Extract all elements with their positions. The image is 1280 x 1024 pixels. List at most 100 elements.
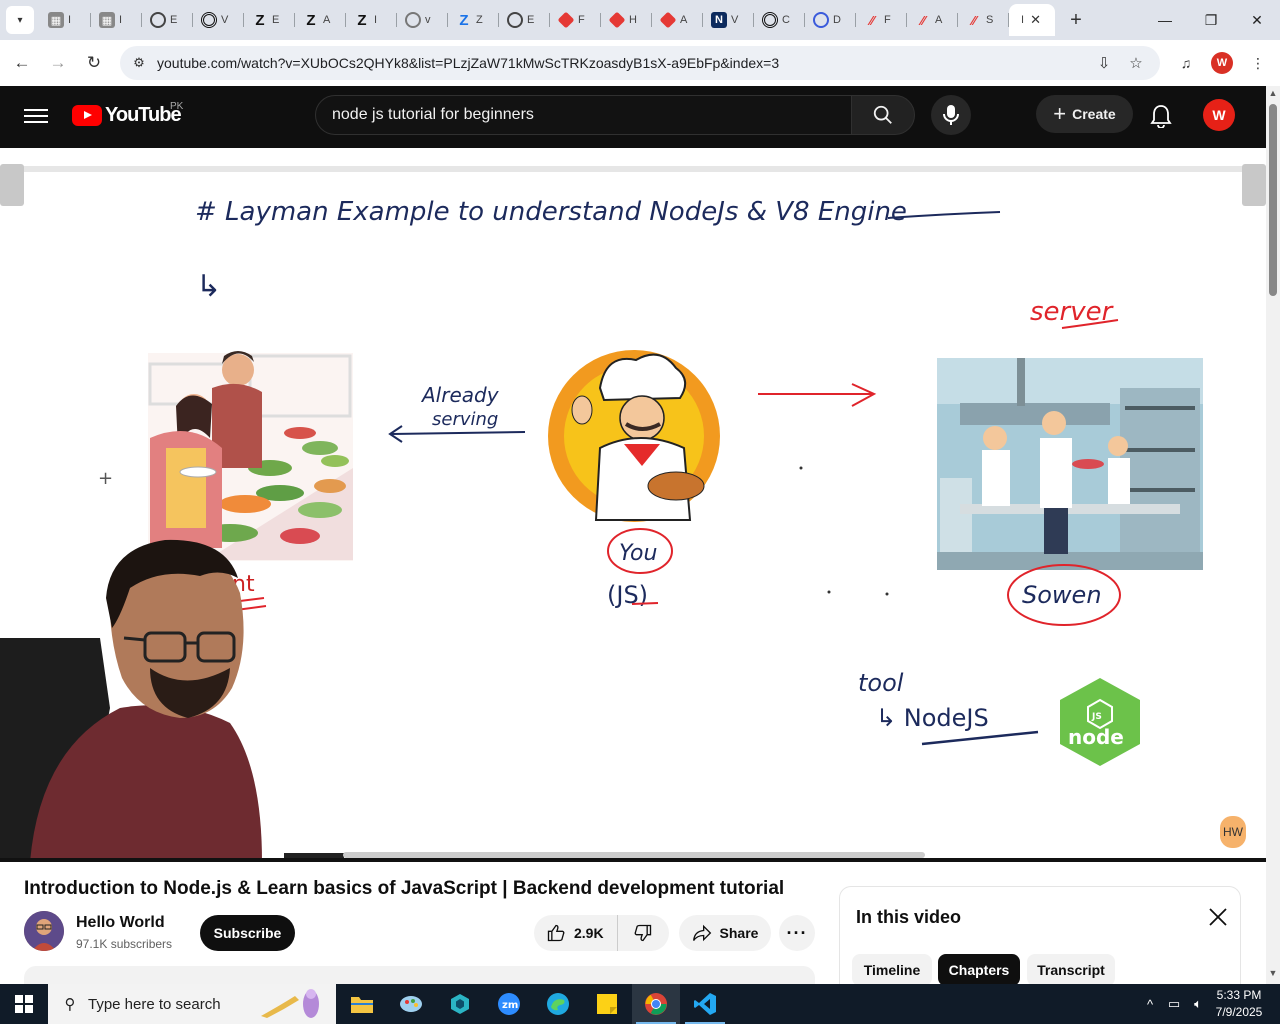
tab-label: E [272, 14, 280, 26]
presenter-webcam [0, 539, 344, 862]
close-window-button[interactable]: ✕ [1242, 8, 1272, 32]
install-app-icon[interactable]: ⇩ [1095, 54, 1113, 72]
close-tab-icon[interactable]: ✕ [1030, 12, 1041, 28]
minimize-button[interactable]: — [1150, 8, 1180, 32]
like-button[interactable]: 2.9K [534, 915, 618, 951]
z-icon: Z [459, 11, 469, 29]
show-hidden-icons-chevron-icon[interactable]: ^ [1140, 994, 1160, 1014]
browser-tab[interactable]: D [805, 4, 856, 36]
description-box[interactable] [24, 966, 815, 986]
chrome-app[interactable] [632, 984, 680, 1024]
tab-label: Z [476, 14, 483, 26]
browser-tab[interactable]: F [550, 4, 601, 36]
page-icon: ▦ [48, 12, 64, 28]
tab-chapters[interactable]: Chapters [938, 954, 1020, 986]
browser-tab[interactable]: ⁄⁄ F [856, 4, 907, 36]
search-input[interactable]: node js tutorial for beginners [315, 95, 852, 135]
restore-button[interactable]: ❐ [1196, 8, 1226, 32]
page-scrollbar[interactable]: ▲ ▼ [1266, 86, 1280, 984]
scroll-up-arrow-icon[interactable]: ▲ [1268, 88, 1278, 98]
dislike-button[interactable] [618, 915, 668, 951]
browser-tab-active[interactable]: I ✕ [1009, 4, 1055, 36]
forward-button[interactable]: → [46, 51, 70, 75]
thumbs-down-icon [634, 924, 652, 942]
browser-tab[interactable]: N V [703, 4, 754, 36]
tab-search-menu-button[interactable]: ▾ [6, 6, 34, 34]
browser-tab[interactable]: Z A [295, 4, 346, 36]
share-button[interactable]: Share [679, 915, 771, 951]
globe-icon [405, 12, 421, 28]
create-button[interactable]: + Create [1036, 95, 1133, 133]
taskbar-search-box[interactable]: ⚲ Type here to search [48, 984, 336, 1024]
browser-tab[interactable]: ▦ I [91, 4, 142, 36]
site-info-icon[interactable]: ⚙ [130, 54, 148, 72]
more-actions-button[interactable]: ··· [779, 915, 815, 951]
browser-tab-strip: ▾ ▦ I ▦ I E V Z E Z A Z I v Z Z E F H A … [0, 0, 1280, 40]
browser-tab[interactable]: v [397, 4, 448, 36]
url-text[interactable]: youtube.com/watch?v=XUbOCs2QHYk8&list=PL… [157, 55, 779, 71]
address-bar[interactable]: ⚙ youtube.com/watch?v=XUbOCs2QHYk8&list=… [120, 46, 1160, 80]
browser-tab[interactable]: A [652, 4, 703, 36]
vscode-icon [694, 993, 716, 1015]
vscode-app[interactable] [681, 984, 729, 1024]
z-icon: Z [357, 11, 367, 29]
scroll-down-arrow-icon[interactable]: ▼ [1268, 968, 1278, 978]
zoom-app[interactable]: zm [485, 984, 533, 1024]
video-progress-bar[interactable] [0, 858, 1266, 862]
video-player[interactable]: # Layman Example to understand NodeJs & … [0, 148, 1266, 862]
search-icon [873, 105, 892, 124]
subscribe-button[interactable]: Subscribe [200, 915, 295, 951]
system-clock[interactable]: 5:33 PM 7/9/2025 [1210, 987, 1268, 1021]
tab-label: E [527, 14, 535, 26]
browser-tab[interactable]: V [193, 4, 244, 36]
dev-app[interactable] [436, 984, 484, 1024]
node-logo-badge: JS [1091, 712, 1102, 722]
youtube-logo[interactable]: YouTube [72, 104, 182, 127]
browser-tab[interactable]: ⁄⁄ S [958, 4, 1009, 36]
user-avatar[interactable]: W [1203, 99, 1235, 131]
menu-icon[interactable] [24, 105, 48, 125]
new-tab-button[interactable]: + [1064, 8, 1088, 32]
search-button[interactable] [851, 95, 915, 135]
close-panel-button[interactable] [1206, 905, 1230, 929]
tab-label: D [833, 14, 841, 26]
scrollbar-thumb[interactable] [1269, 104, 1277, 296]
browser-tab[interactable]: Z E [244, 4, 295, 36]
tab-transcript[interactable]: Transcript [1027, 954, 1115, 986]
browser-tab[interactable]: E [142, 4, 193, 36]
sticky-notes-app[interactable] [583, 984, 631, 1024]
tab-timeline[interactable]: Timeline [852, 954, 932, 986]
tab-label: A [935, 14, 943, 26]
file-explorer-app[interactable] [338, 984, 386, 1024]
js-underline [631, 602, 659, 605]
bookmark-star-icon[interactable]: ☆ [1127, 54, 1145, 72]
paint-app[interactable] [387, 984, 435, 1024]
youtube-play-icon [72, 105, 102, 126]
volume-icon[interactable]: 🔈︎ [1188, 994, 1208, 1014]
channel-avatar[interactable] [24, 911, 64, 951]
copilot-icon [813, 12, 829, 28]
tab-label: I [374, 14, 378, 26]
browser-tab[interactable]: Z Z [448, 4, 499, 36]
start-button[interactable] [0, 984, 48, 1024]
browser-tab[interactable]: Z I [346, 4, 397, 36]
channel-name[interactable]: Hello World [76, 914, 165, 932]
browser-tab[interactable]: ⁄⁄ A [907, 4, 958, 36]
browser-menu-icon[interactable]: ⋮ [1247, 52, 1269, 74]
in-this-video-panel: In this video Timeline Chapters Transcri… [839, 886, 1241, 986]
profile-avatar[interactable]: W [1211, 52, 1233, 74]
browser-tab[interactable]: C [754, 4, 805, 36]
serving-label: serving [432, 409, 498, 430]
clock-time: 5:33 PM [1216, 988, 1262, 1002]
search-query: node js tutorial for beginners [332, 106, 534, 123]
browser-tab[interactable]: ▦ I [40, 4, 91, 36]
browser-tab[interactable]: E [499, 4, 550, 36]
media-controls-icon[interactable]: ♫ [1175, 52, 1197, 74]
back-button[interactable]: ← [10, 51, 34, 75]
edge-app[interactable] [534, 984, 582, 1024]
browser-tab[interactable]: H [601, 4, 652, 36]
reload-button[interactable]: ↻ [82, 51, 106, 75]
notifications-button[interactable] [1148, 103, 1174, 129]
network-icon[interactable]: ▭ [1164, 994, 1184, 1014]
voice-search-button[interactable] [931, 95, 971, 135]
